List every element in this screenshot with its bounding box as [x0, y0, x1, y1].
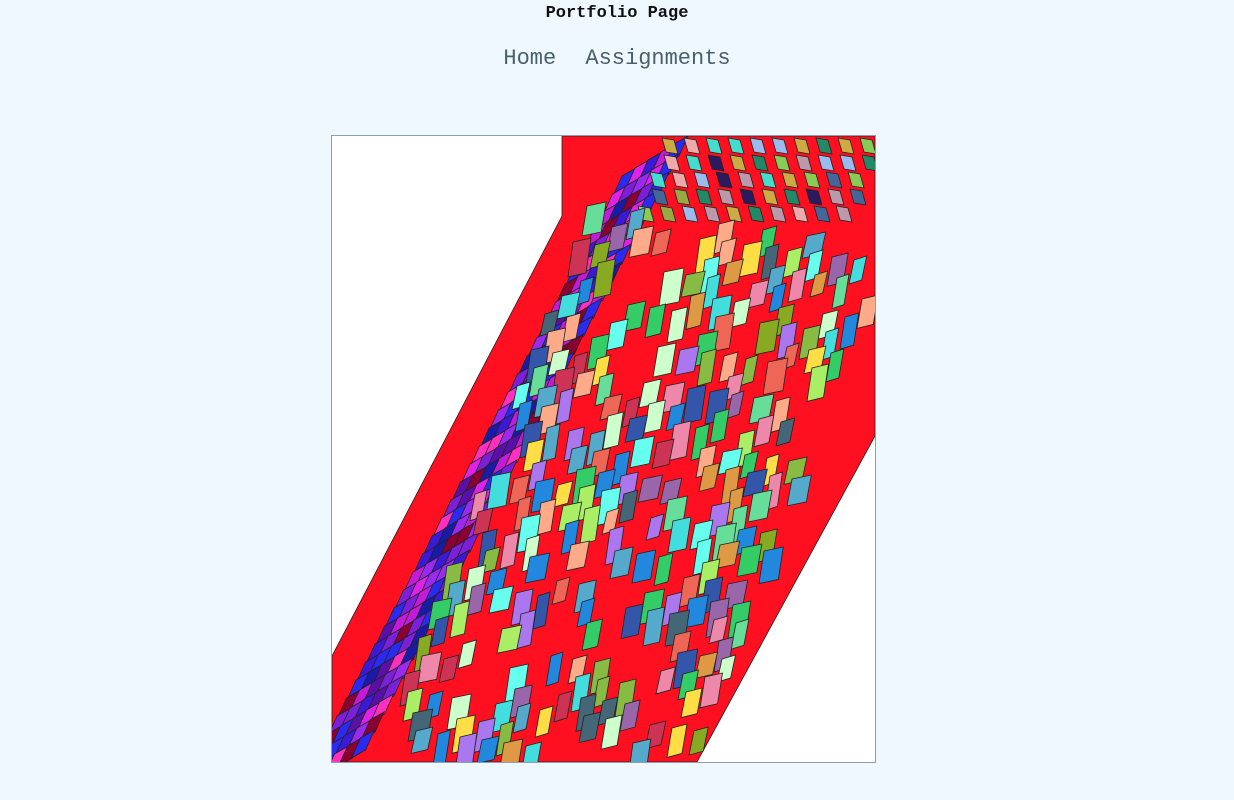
artwork-canvas [331, 135, 876, 763]
generative-artwork [332, 136, 875, 762]
portfolio-page: Portfolio Page Home Assignments [0, 0, 1234, 800]
nav-link-assignments[interactable]: Assignments [585, 46, 730, 71]
nav-link-home[interactable]: Home [503, 46, 556, 71]
main-nav: Home Assignments [0, 46, 1234, 71]
page-title: Portfolio Page [545, 4, 689, 23]
